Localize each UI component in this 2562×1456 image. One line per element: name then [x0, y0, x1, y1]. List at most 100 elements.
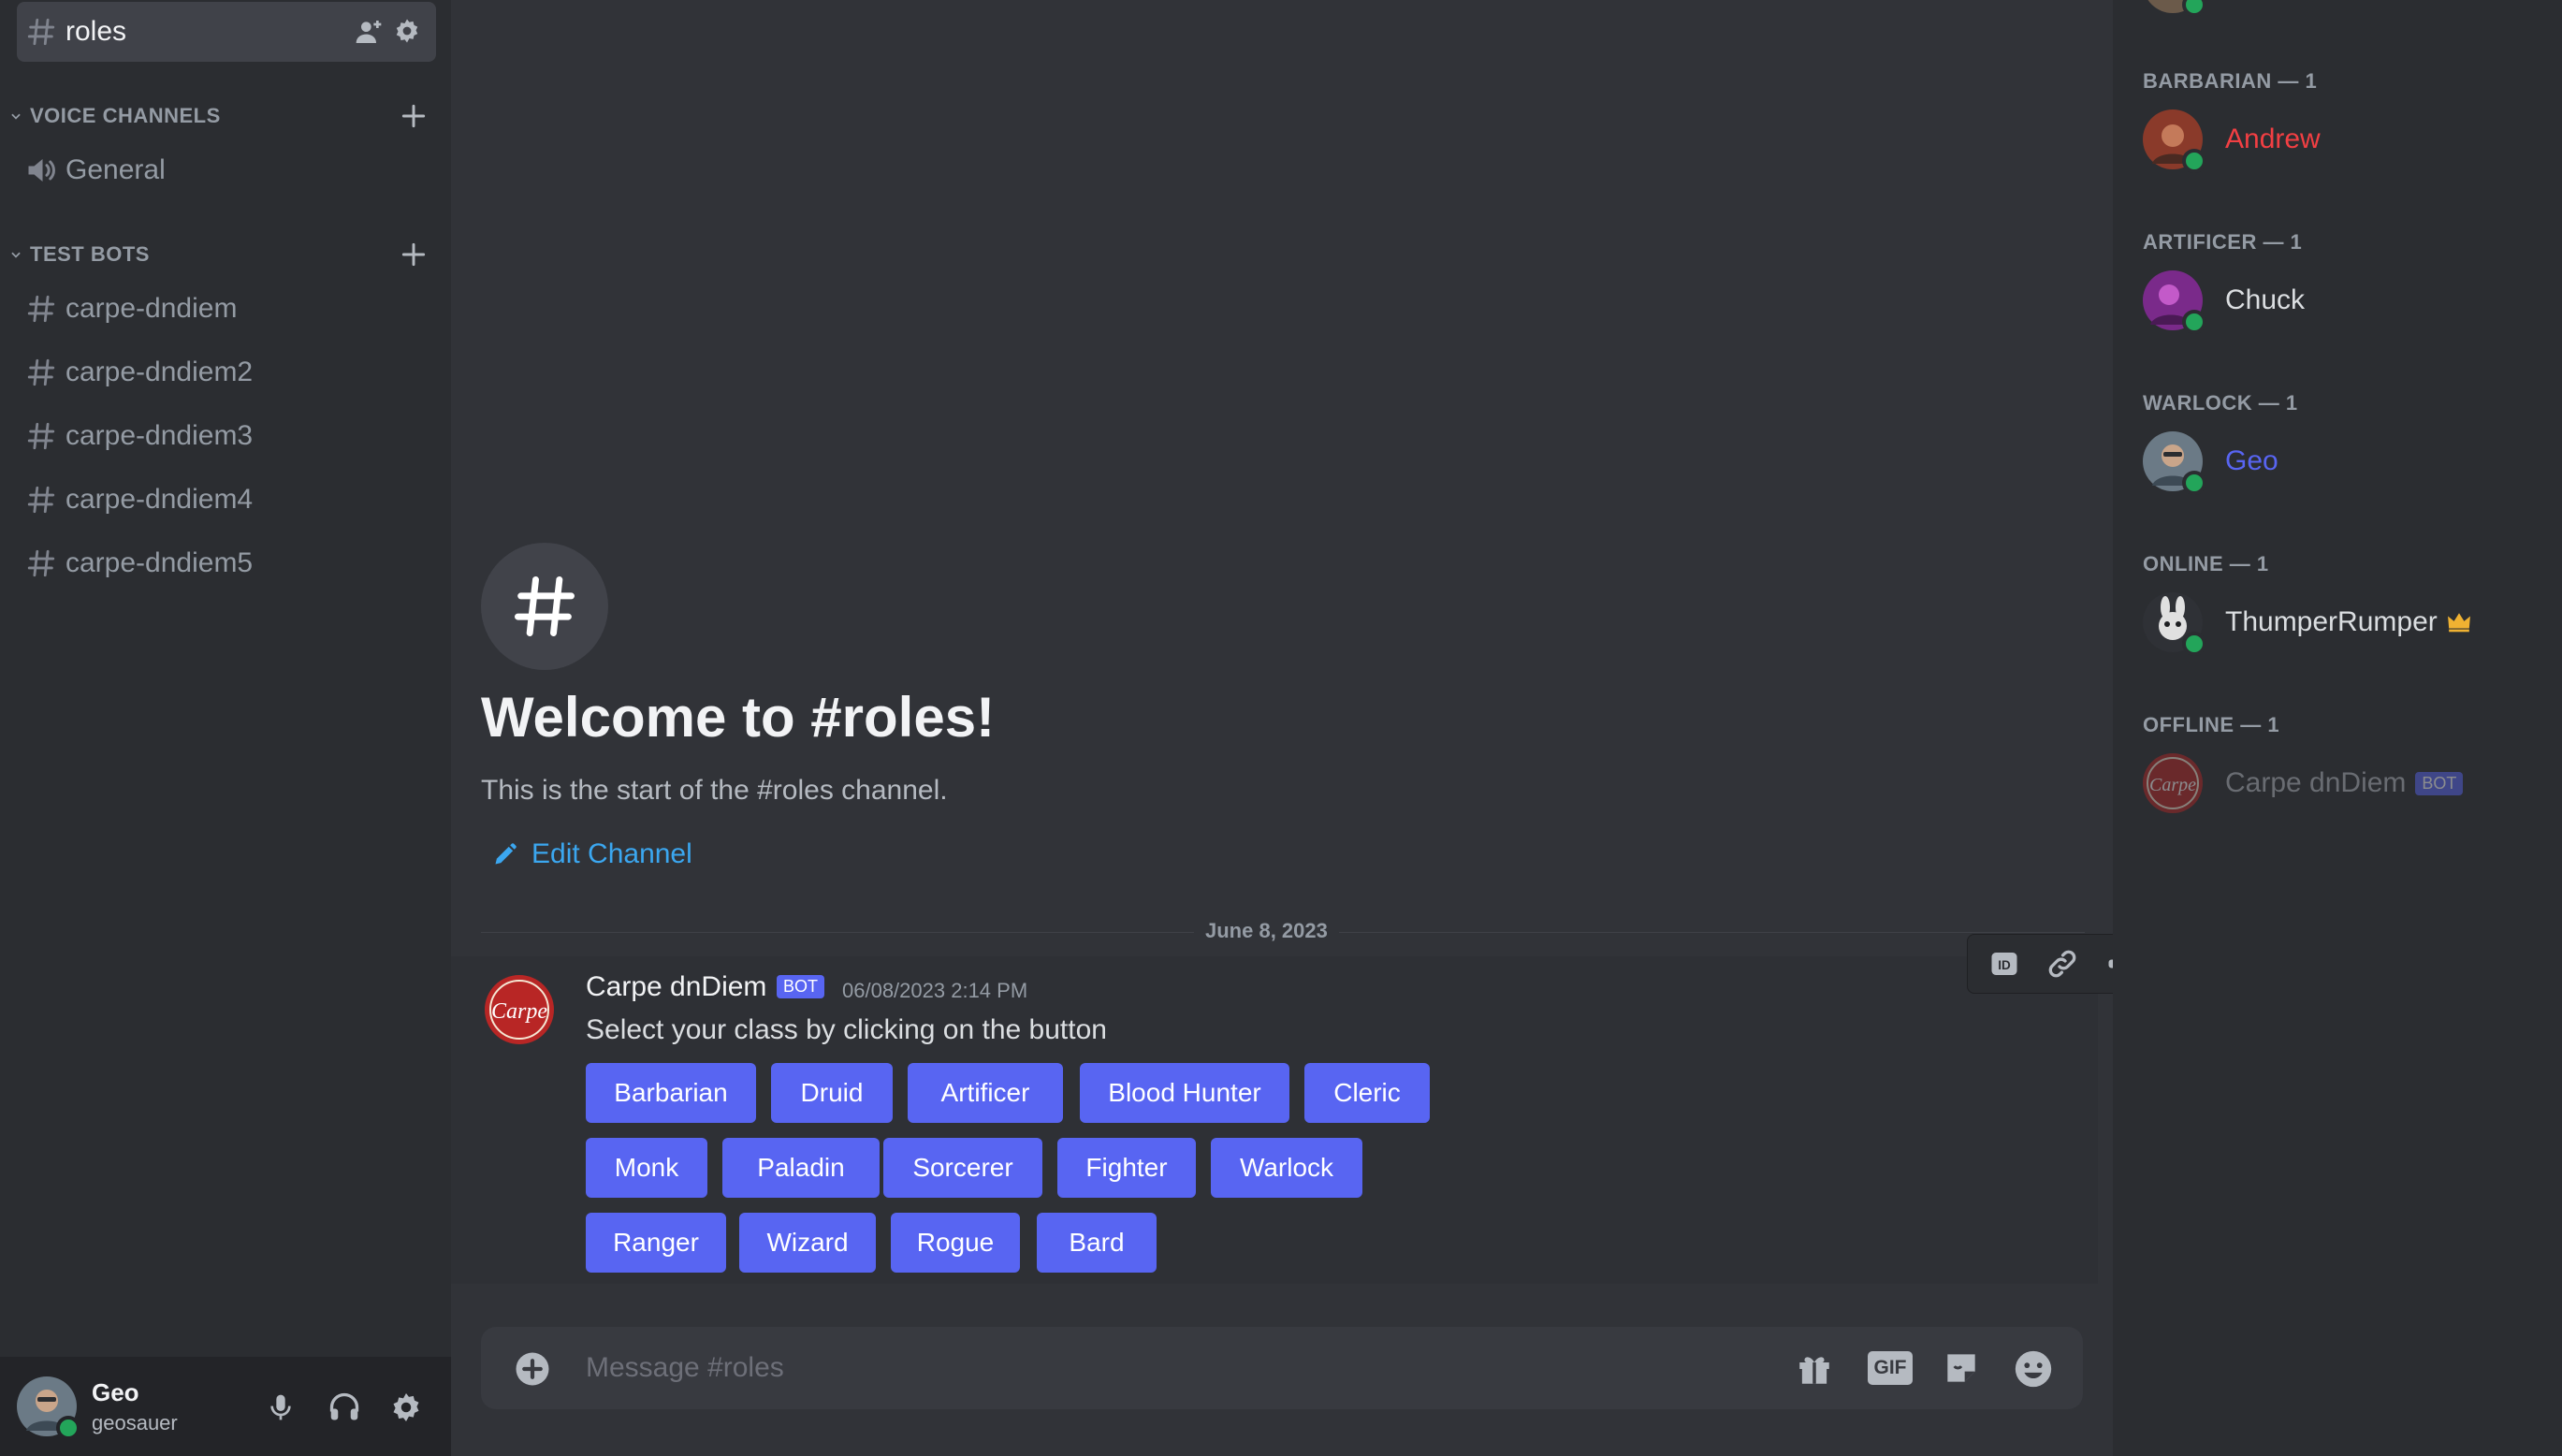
headphones-icon[interactable]	[328, 1390, 361, 1424]
message-composer: GIF	[481, 1327, 2083, 1409]
hash-icon	[17, 293, 66, 325]
date-separator: June 8, 2023	[1194, 919, 1339, 943]
message: Carpe Carpe dnDiem BOT 06/08/2023 2:14 P…	[451, 956, 2098, 1284]
avatar	[2143, 270, 2206, 334]
channel-hash-icon	[481, 543, 608, 670]
chat-area: Welcome to #roles! This is the start of …	[451, 0, 2555, 1456]
member-group-header: OFFLINE — 1	[2143, 713, 2280, 736]
member-name: Chuck	[2225, 284, 2306, 315]
avatar[interactable]	[17, 1376, 80, 1440]
channel-label: carpe-dndiem4	[66, 484, 254, 515]
id-icon[interactable]: ID	[1987, 947, 2021, 981]
member-item-carpe-dndiem[interactable]: Carpe Carpe dnDiem BOT	[2143, 752, 2464, 814]
create-invite-icon[interactable]	[354, 17, 384, 47]
member-item-thumperrumper[interactable]: ThumperRumper	[2143, 591, 2471, 656]
class-button-wizard[interactable]: Wizard	[739, 1213, 876, 1273]
avatar: Carpe	[2143, 753, 2203, 813]
online-status-dot	[2182, 0, 2206, 17]
channel-item-carpe-dndiem5[interactable]: carpe-dndiem5	[17, 533, 436, 593]
avatar	[2143, 109, 2206, 173]
add-channel-icon[interactable]	[399, 101, 429, 131]
member-name: ThumperRumper	[2225, 606, 2438, 637]
member-item-andrew[interactable]: Andrew	[2143, 109, 2321, 173]
channel-sidebar: roles VOICE CHANNELS General TEST BOTS c…	[0, 0, 451, 1456]
class-button-ranger[interactable]: Ranger	[586, 1213, 726, 1273]
category-test-bots[interactable]: TEST BOTS	[9, 236, 436, 273]
member-name: Andrew	[2225, 124, 2321, 154]
user-username: geosauer	[92, 1410, 178, 1434]
link-icon[interactable]	[2045, 947, 2079, 981]
sticker-icon[interactable]	[1941, 1347, 1982, 1389]
online-status-dot	[2182, 310, 2206, 334]
member-group-header: WARLOCK — 1	[2143, 391, 2298, 415]
svg-text:ID: ID	[1998, 958, 2011, 972]
gif-label: GIF	[1873, 1357, 1907, 1378]
bot-badge: BOT	[2415, 771, 2464, 795]
member-item-geo[interactable]: Geo	[2143, 430, 2278, 495]
avatar	[2143, 0, 2206, 17]
channel-item-carpe-dndiem4[interactable]: carpe-dndiem4	[17, 470, 436, 530]
avatar[interactable]: Carpe	[485, 975, 554, 1044]
user-display-name: Geo	[92, 1377, 139, 1406]
channel-label: carpe-dndiem	[66, 293, 238, 324]
message-timestamp: 06/08/2023 2:14 PM	[842, 979, 1028, 1002]
member-item-chuck[interactable]: Chuck	[2143, 269, 2306, 334]
class-button-rogue[interactable]: Rogue	[891, 1213, 1020, 1273]
microphone-icon[interactable]	[266, 1390, 296, 1424]
channel-label: General	[66, 154, 166, 185]
avatar-text: Carpe	[2149, 775, 2196, 795]
class-button-cleric[interactable]: Cleric	[1304, 1063, 1430, 1123]
online-status-dot	[2182, 632, 2206, 656]
add-channel-icon[interactable]	[399, 240, 429, 269]
channel-label: carpe-dndiem3	[66, 420, 254, 451]
member-name: Geo	[2225, 445, 2278, 476]
hash-icon	[17, 547, 66, 579]
message-input[interactable]	[586, 1349, 1783, 1387]
class-button-warlock[interactable]: Warlock	[1211, 1138, 1362, 1198]
member-name: Carpe dnDiem	[2225, 767, 2407, 798]
channel-item-carpe-dndiem3[interactable]: carpe-dndiem3	[17, 406, 436, 466]
online-status-dot	[56, 1416, 80, 1440]
channel-item-carpe-dndiem[interactable]: carpe-dndiem	[17, 279, 436, 339]
add-attachment-icon[interactable]	[513, 1349, 552, 1389]
avatar-text: Carpe	[491, 999, 547, 1024]
class-button-barbarian[interactable]: Barbarian	[586, 1063, 756, 1123]
user-panel: Geo geosauer	[0, 1357, 451, 1456]
edit-channel-link[interactable]: Edit Channel	[492, 838, 692, 870]
channel-item-general[interactable]: General	[17, 140, 436, 200]
gear-icon[interactable]	[389, 1390, 423, 1424]
message-text: Select your class by clicking on the but…	[586, 1014, 1107, 1045]
hash-icon	[17, 357, 66, 388]
gear-icon[interactable]	[393, 17, 421, 45]
member-group-header: ARTIFICER — 1	[2143, 230, 2303, 254]
chevron-down-icon	[9, 248, 22, 261]
channel-label: roles	[66, 16, 127, 47]
hash-icon	[17, 16, 66, 48]
hash-icon	[17, 484, 66, 516]
category-voice-channels[interactable]: VOICE CHANNELS	[9, 97, 436, 135]
channel-label: carpe-dndiem2	[66, 357, 254, 387]
welcome-subtitle: This is the start of the #roles channel.	[481, 775, 948, 806]
class-button-artificer[interactable]: Artificer	[908, 1063, 1063, 1123]
class-button-fighter[interactable]: Fighter	[1057, 1138, 1196, 1198]
category-label: VOICE CHANNELS	[30, 104, 221, 127]
emoji-icon[interactable]	[2012, 1347, 2055, 1390]
crown-icon	[2447, 612, 2471, 633]
class-button-paladin[interactable]: Paladin	[722, 1138, 880, 1198]
message-author[interactable]: Carpe dnDiem	[586, 971, 766, 1003]
class-button-druid[interactable]: Druid	[771, 1063, 893, 1123]
welcome-title: Welcome to #roles!	[481, 686, 996, 749]
channel-item-carpe-dndiem2[interactable]: carpe-dndiem2	[17, 342, 436, 402]
gif-button[interactable]: GIF	[1868, 1351, 1913, 1385]
class-button-blood-hunter[interactable]: Blood Hunter	[1080, 1063, 1289, 1123]
online-status-dot	[2182, 471, 2206, 495]
online-status-dot	[2182, 149, 2206, 173]
channel-item-roles[interactable]: roles	[17, 2, 436, 62]
category-label: TEST BOTS	[30, 242, 150, 266]
class-button-bard[interactable]: Bard	[1037, 1213, 1157, 1273]
gift-icon[interactable]	[1795, 1349, 1834, 1389]
class-button-sorcerer[interactable]: Sorcerer	[883, 1138, 1042, 1198]
chevron-down-icon	[9, 109, 22, 123]
channel-label: carpe-dndiem5	[66, 547, 254, 578]
class-button-monk[interactable]: Monk	[586, 1138, 707, 1198]
